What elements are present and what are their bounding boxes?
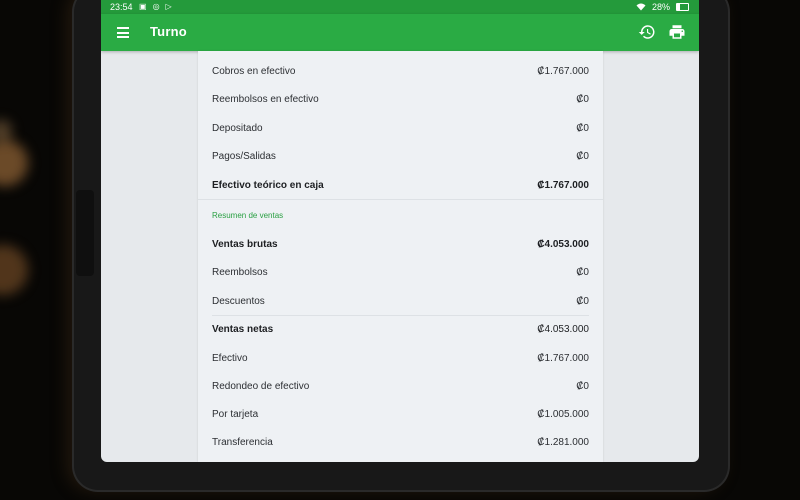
cash-row-expected-cash: Efectivo teórico en caja ₡1.767.000 [212,176,589,196]
sales-row-gross: Ventas brutas ₡4.053.000 [212,235,589,255]
history-button[interactable] [638,23,656,41]
status-right-group: 28% [636,0,689,14]
shift-report-panel: Cobros en efectivo ₡1.767.000 Reembolsos… [198,51,603,462]
background-light-blur [0,120,12,142]
background-light-blur [0,140,28,186]
wifi-icon [636,3,646,11]
row-value: ₡4.053.000 [537,239,589,250]
row-value: ₡4.053.000 [537,324,589,335]
sales-row-refunds: Reembolsos ₡0 [212,263,589,283]
cash-row-payouts: Pagos/Salidas ₡0 [212,147,589,167]
status-notification-icons: ▣ ◎ ▷ [139,0,172,14]
tablet-side-button [76,190,94,276]
cash-row-deposited: Depositado ₡0 [212,119,589,139]
row-label: Por tarjeta [212,409,259,420]
battery-percent: 28% [651,2,670,12]
row-label: Ventas netas [212,324,274,335]
row-value: ₡0 [576,296,589,307]
row-value: ₡1.767.000 [537,353,589,364]
row-label: Efectivo teórico en caja [212,180,324,191]
play-icon: ▷ [165,2,172,11]
history-icon [638,25,655,39]
row-divider [212,315,589,316]
page-title: Turno [150,24,187,39]
sales-summary-title: Resumen de ventas [212,211,284,220]
sales-row-cash-rounding: Redondeo de efectivo ₡0 [212,377,589,397]
row-label: Depositado [212,123,263,134]
menu-icon-bar [117,27,129,29]
row-value: ₡0 [576,94,589,105]
row-value: ₡0 [576,151,589,162]
image-icon: ▣ [139,2,147,11]
sales-row-discounts: Descuentos ₡0 [212,292,589,312]
status-bar: 23:54 ▣ ◎ ▷ 28% [101,0,699,14]
battery-icon [676,3,689,11]
background-light-blur [0,245,28,295]
cash-row-collections: Cobros en efectivo ₡1.767.000 [212,62,589,82]
row-label: Ventas brutas [212,239,278,250]
section-divider [198,199,603,200]
menu-button[interactable] [117,27,129,38]
row-label: Transferencia [212,437,273,448]
menu-icon-bar [117,31,129,34]
app-bar: Turno [101,14,699,51]
cash-row-refunds: Reembolsos en efectivo ₡0 [212,90,589,110]
print-icon [669,25,685,39]
print-button[interactable] [668,23,686,41]
sales-row-net: Ventas netas ₡4.053.000 [212,320,589,340]
tablet-screen: 23:54 ▣ ◎ ▷ 28% Turno Cobros en efectivo… [101,0,699,462]
sales-row-transfer: Transferencia ₡1.281.000 [212,433,589,453]
row-value: ₡1.767.000 [537,180,589,191]
status-time: 23:54 [110,2,133,12]
menu-icon-bar [117,36,129,38]
row-label: Redondeo de efectivo [212,381,310,392]
row-label: Efectivo [212,353,248,364]
sales-row-card: Por tarjeta ₡1.005.000 [212,405,589,425]
row-label: Reembolsos en efectivo [212,94,319,105]
notification-icon: ◎ [152,2,160,11]
row-value: ₡1.005.000 [537,409,589,420]
sales-row-cash: Efectivo ₡1.767.000 [212,349,589,369]
row-label: Reembolsos [212,267,268,278]
row-value: ₡0 [576,123,589,134]
row-value: ₡1.767.000 [537,66,589,77]
row-value: ₡1.281.000 [537,437,589,448]
row-label: Descuentos [212,296,265,307]
row-label: Cobros en efectivo [212,66,296,77]
row-value: ₡0 [576,267,589,278]
row-value: ₡0 [576,381,589,392]
row-label: Pagos/Salidas [212,151,276,162]
